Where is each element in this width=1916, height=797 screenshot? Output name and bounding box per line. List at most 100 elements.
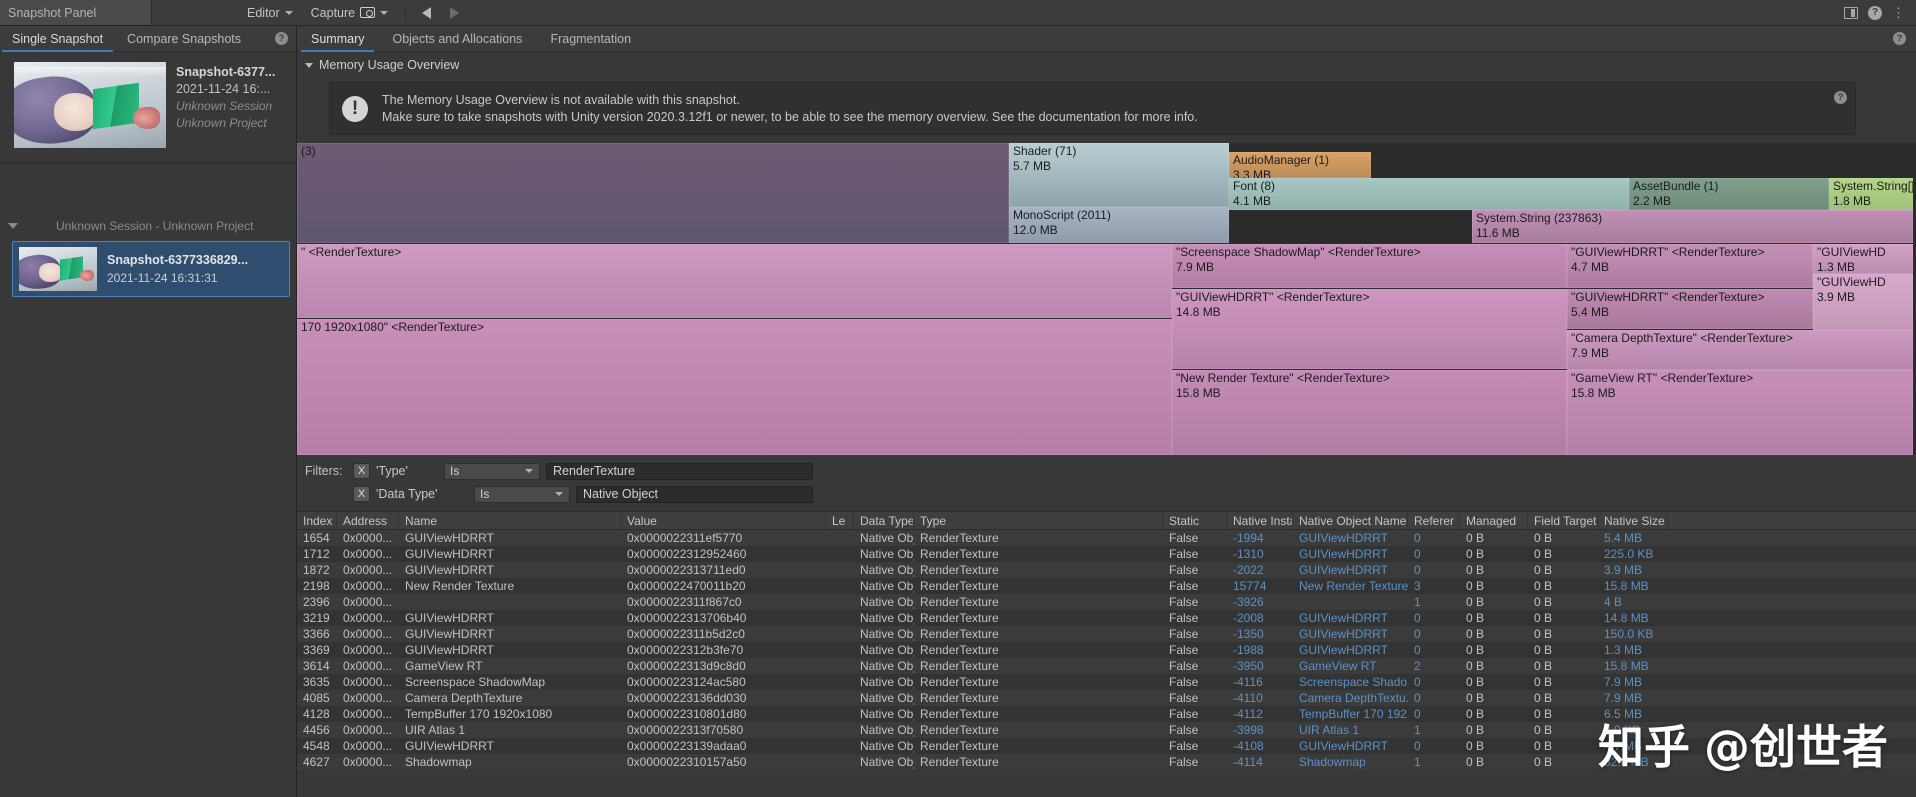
help-icon[interactable]: ? xyxy=(1868,6,1882,20)
table-row[interactable]: 46270x0000...Shadowmap0x0000022310157a50… xyxy=(297,754,1916,770)
treemap-block[interactable]: AudioManager (1)3.3 MB xyxy=(1229,152,1371,178)
treemap-block[interactable]: MonoScript (2011)12.0 MB xyxy=(1009,207,1229,243)
table-cell: False xyxy=(1163,546,1227,562)
table-row[interactable]: 36350x0000...Screenspace ShadowMap0x0000… xyxy=(297,674,1916,690)
table-cell: False xyxy=(1163,610,1227,626)
treemap-block[interactable]: "New Render Texture" <RenderTexture>15.8… xyxy=(1172,370,1567,455)
filter-value-data-type-input[interactable]: Native Object xyxy=(576,486,813,503)
chevron-down-icon xyxy=(525,469,533,473)
table-column-header[interactable]: Data Type xyxy=(854,512,914,529)
table-cell xyxy=(826,546,854,562)
table-cell: GUIViewHDRRT xyxy=(399,738,621,754)
table-row[interactable]: 36140x0000...GameView RT0x0000022313d9c8… xyxy=(297,658,1916,674)
treemap-block[interactable]: AssetBundle (1)2.2 MB xyxy=(1629,178,1829,210)
table-cell: GUIViewHDRRT xyxy=(1293,642,1408,658)
treemap-block[interactable]: System.String (237863)11.6 MB xyxy=(1472,210,1913,243)
layout-icon[interactable] xyxy=(1844,7,1858,19)
treemap-block[interactable]: "GUIViewHDRRT" <RenderTexture>14.8 MB xyxy=(1172,289,1567,369)
treemap-block[interactable]: Font (8)4.1 MB xyxy=(1229,178,1629,210)
table-cell: 1654 xyxy=(297,530,337,546)
table-row[interactable]: 45480x0000...GUIViewHDRRT0x00000223139ad… xyxy=(297,738,1916,754)
treemap-block[interactable]: "GUIViewHDRRT" <RenderTexture>4.7 MB xyxy=(1567,244,1813,288)
table-column-header[interactable]: Type xyxy=(914,512,1163,529)
tab-summary[interactable]: Summary xyxy=(297,26,378,52)
treemap-block[interactable]: 170 1920x1080" <RenderTexture> xyxy=(297,319,1172,455)
table-column-header[interactable]: Static xyxy=(1163,512,1227,529)
filter-operator-data-type[interactable]: Is xyxy=(474,486,570,503)
table-cell: 0 B xyxy=(1528,594,1598,610)
memory-usage-overview-header[interactable]: Memory Usage Overview xyxy=(297,52,1916,78)
table-cell: Camera DepthTextu... xyxy=(1293,690,1408,706)
table-column-header[interactable]: Managed xyxy=(1460,512,1528,529)
table-column-header[interactable]: Name xyxy=(399,512,621,529)
table-row[interactable]: 40850x0000...Camera DepthTexture0x000002… xyxy=(297,690,1916,706)
history-forward-button[interactable] xyxy=(440,0,468,25)
table-column-header[interactable]: Native Insta xyxy=(1227,512,1293,529)
table-cell: 0x0000022470011b20 xyxy=(621,578,826,594)
table-column-header[interactable]: Value xyxy=(621,512,826,529)
table-cell: False xyxy=(1163,738,1227,754)
notice-help-icon[interactable]: ? xyxy=(1834,91,1847,104)
treemap-block-label: "Screenspace ShadowMap" <RenderTexture>7… xyxy=(1176,245,1421,275)
filter-operator-type[interactable]: Is xyxy=(444,463,540,480)
capture-button[interactable]: Capture xyxy=(304,4,395,22)
snapshot-panel-help-button[interactable]: ? xyxy=(275,32,288,45)
filter-value-type-input[interactable]: RenderTexture xyxy=(546,463,813,480)
session-group-header[interactable]: Unknown Session - Unknown Project xyxy=(0,215,296,237)
tab-fragmentation[interactable]: Fragmentation xyxy=(536,26,645,52)
treemap-block[interactable]: "GameView RT" <RenderTexture>15.8 MB xyxy=(1567,370,1913,455)
table-cell xyxy=(826,610,854,626)
main-tabs-help-button[interactable]: ? xyxy=(1893,32,1906,45)
table-row[interactable]: 33690x0000...GUIViewHDRRT0x0000022312b3f… xyxy=(297,642,1916,658)
table-column-header[interactable]: Le xyxy=(826,512,854,529)
treemap-block[interactable]: (3) xyxy=(297,143,1009,243)
table-row[interactable]: 41280x0000...TempBuffer 170 1920x10800x0… xyxy=(297,706,1916,722)
treemap-block[interactable]: "GUIViewHDRRT" <RenderTexture>5.4 MB xyxy=(1567,289,1813,329)
remove-filter-button[interactable]: X xyxy=(353,486,370,502)
table-column-header[interactable]: Address xyxy=(337,512,399,529)
treemap-block[interactable]: "Screenspace ShadowMap" <RenderTexture>7… xyxy=(1172,244,1567,288)
treemap-block[interactable]: " <RenderTexture> xyxy=(297,244,1172,318)
table-cell: Native Obj... xyxy=(854,690,914,706)
treemap-block-label: "GUIViewHDRRT" <RenderTexture>4.7 MB xyxy=(1571,245,1764,275)
table-column-header[interactable]: Native Object Name xyxy=(1293,512,1408,529)
chevron-down-icon xyxy=(380,11,388,15)
more-menu-icon[interactable]: ⋮ xyxy=(1892,5,1906,21)
treemap-block-value: 14.8 MB xyxy=(1176,305,1369,320)
table-cell: 0 B xyxy=(1528,546,1598,562)
table-cell: 0x0000... xyxy=(337,706,399,722)
table-row[interactable]: 33660x0000...GUIViewHDRRT0x0000022311b5d… xyxy=(297,626,1916,642)
table-row[interactable]: 23960x0000...0x0000022311f867c0Native Ob… xyxy=(297,594,1916,610)
table-row[interactable]: 18720x0000...GUIViewHDRRT0x0000022313711… xyxy=(297,562,1916,578)
table-cell: False xyxy=(1163,578,1227,594)
treemap-block[interactable]: System.String[] (1)1.8 MB xyxy=(1829,178,1913,210)
table-cell: 3 xyxy=(1408,578,1460,594)
table-row[interactable]: 16540x0000...GUIViewHDRRT0x0000022311ef5… xyxy=(297,530,1916,546)
tab-compare-snapshots[interactable]: Compare Snapshots xyxy=(115,26,253,52)
treemap-block[interactable]: Shader (71)5.7 MB xyxy=(1009,143,1229,207)
table-cell: -2008 xyxy=(1227,610,1293,626)
table-column-header[interactable]: Native Size xyxy=(1598,512,1668,529)
treemap-block[interactable]: "GUIViewHD1.3 MB xyxy=(1813,244,1913,274)
table-cell xyxy=(826,594,854,610)
table-row[interactable]: 32190x0000...GUIViewHDRRT0x0000022313706… xyxy=(297,610,1916,626)
editor-target-dropdown[interactable]: Editor xyxy=(240,4,300,22)
table-cell: RenderTexture xyxy=(914,690,1163,706)
table-column-header[interactable]: Index xyxy=(297,512,337,529)
table-row[interactable]: 17120x0000...GUIViewHDRRT0x0000022312952… xyxy=(297,546,1916,562)
memory-treemap[interactable]: (3)Shader (71)5.7 MBAudioManager (1)3.3 … xyxy=(297,143,1916,455)
table-cell: GUIViewHDRRT xyxy=(399,530,621,546)
treemap-block-name: MonoScript (2011) xyxy=(1013,208,1111,222)
treemap-block[interactable]: "Camera DepthTexture" <RenderTexture>7.9… xyxy=(1567,330,1913,370)
table-row[interactable]: 21980x0000...New Render Texture0x0000022… xyxy=(297,578,1916,594)
table-column-header[interactable]: Field Target xyxy=(1528,512,1598,529)
tab-single-snapshot[interactable]: Single Snapshot xyxy=(0,26,115,52)
table-cell: GUIViewHDRRT xyxy=(1293,738,1408,754)
table-column-header[interactable]: Referer xyxy=(1408,512,1460,529)
history-back-button[interactable] xyxy=(412,0,440,25)
tab-objects-and-allocations[interactable]: Objects and Allocations xyxy=(378,26,536,52)
table-cell: 0 B xyxy=(1460,738,1528,754)
remove-filter-button[interactable]: X xyxy=(353,463,370,479)
snapshot-list-item[interactable]: Snapshot-6377336829... 2021-11-24 16:31:… xyxy=(12,241,290,297)
table-row[interactable]: 44560x0000...UIR Atlas 10x0000022313f705… xyxy=(297,722,1916,738)
